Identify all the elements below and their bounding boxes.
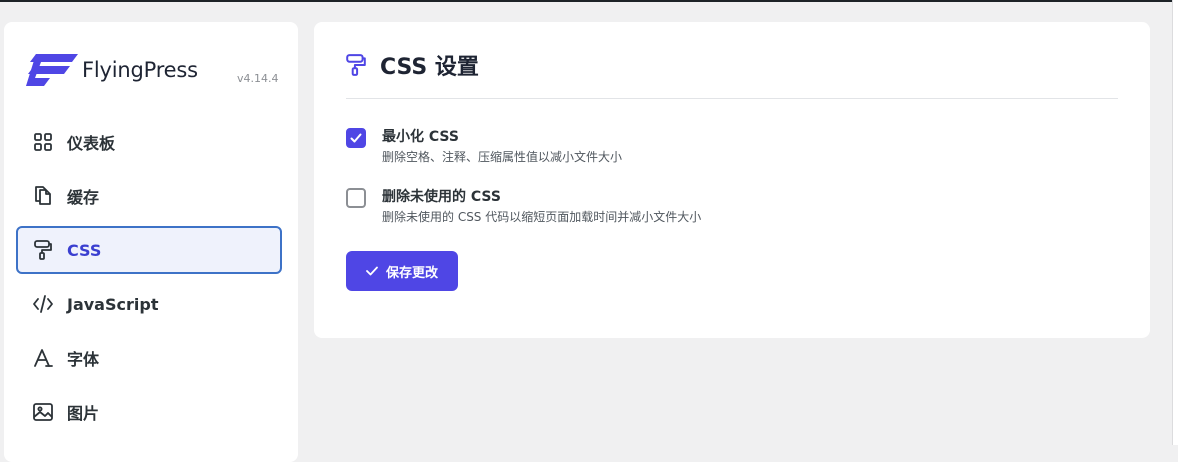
sidebar-item-label: CSS xyxy=(67,240,102,260)
save-changes-button[interactable]: 保存更改 xyxy=(346,251,458,291)
option-label: 最小化 CSS xyxy=(382,129,459,145)
sidebar-item-fonts[interactable]: 字体 xyxy=(16,334,282,382)
remove-unused-css-checkbox[interactable] xyxy=(346,188,366,208)
top-border xyxy=(0,0,1172,2)
sidebar-item-css[interactable]: CSS xyxy=(16,226,282,274)
paint-roller-icon xyxy=(33,240,53,260)
version-label: v4.14.4 xyxy=(237,72,279,85)
page-title: CSS 设置 xyxy=(380,55,479,80)
check-icon xyxy=(366,266,378,276)
css-settings-panel: CSS 设置 最小化 CSS 删除空格、注释、压缩属性值以减小文件大小 删除未使… xyxy=(314,22,1150,338)
save-button-label: 保存更改 xyxy=(385,265,438,281)
dashboard-grid-icon xyxy=(33,132,53,152)
sidebar-item-images[interactable]: 图片 xyxy=(16,388,282,436)
image-icon xyxy=(33,402,53,422)
option-label: 删除未使用的 CSS xyxy=(382,189,501,205)
checkmark-icon xyxy=(350,133,362,143)
sidebar-item-cache[interactable]: 缓存 xyxy=(16,172,282,220)
minify-css-checkbox[interactable] xyxy=(346,128,366,148)
code-icon xyxy=(33,294,53,314)
sidebar-item-label: JavaScript xyxy=(67,294,159,314)
brand: FlyingPress v4.14.4 xyxy=(26,54,286,88)
brand-name: FlyingPress xyxy=(82,58,198,82)
paint-roller-icon xyxy=(346,54,366,76)
sidebar-item-dashboard[interactable]: 仪表板 xyxy=(16,118,282,166)
flyingpress-logo-icon xyxy=(26,54,78,90)
option-description: 删除未使用的 CSS 代码以缩短页面加载时间并减小文件大小 xyxy=(382,210,702,224)
sidebar-item-label: 缓存 xyxy=(67,188,100,207)
sidebar-item-label: 仪表板 xyxy=(67,134,116,153)
panel-header: CSS 设置 xyxy=(346,50,479,80)
files-copy-icon xyxy=(33,186,53,206)
sidebar-item-javascript[interactable]: JavaScript xyxy=(16,280,282,328)
divider xyxy=(346,98,1118,99)
sidebar-item-label: 图片 xyxy=(67,404,100,423)
sidebar: FlyingPress v4.14.4 仪表板 缓存 CSS JavaScrip… xyxy=(4,22,298,462)
sidebar-item-label: 字体 xyxy=(67,350,100,369)
window-scrollbar[interactable] xyxy=(1172,0,1178,445)
option-description: 删除空格、注释、压缩属性值以减小文件大小 xyxy=(382,150,623,164)
font-letter-icon xyxy=(33,348,53,368)
